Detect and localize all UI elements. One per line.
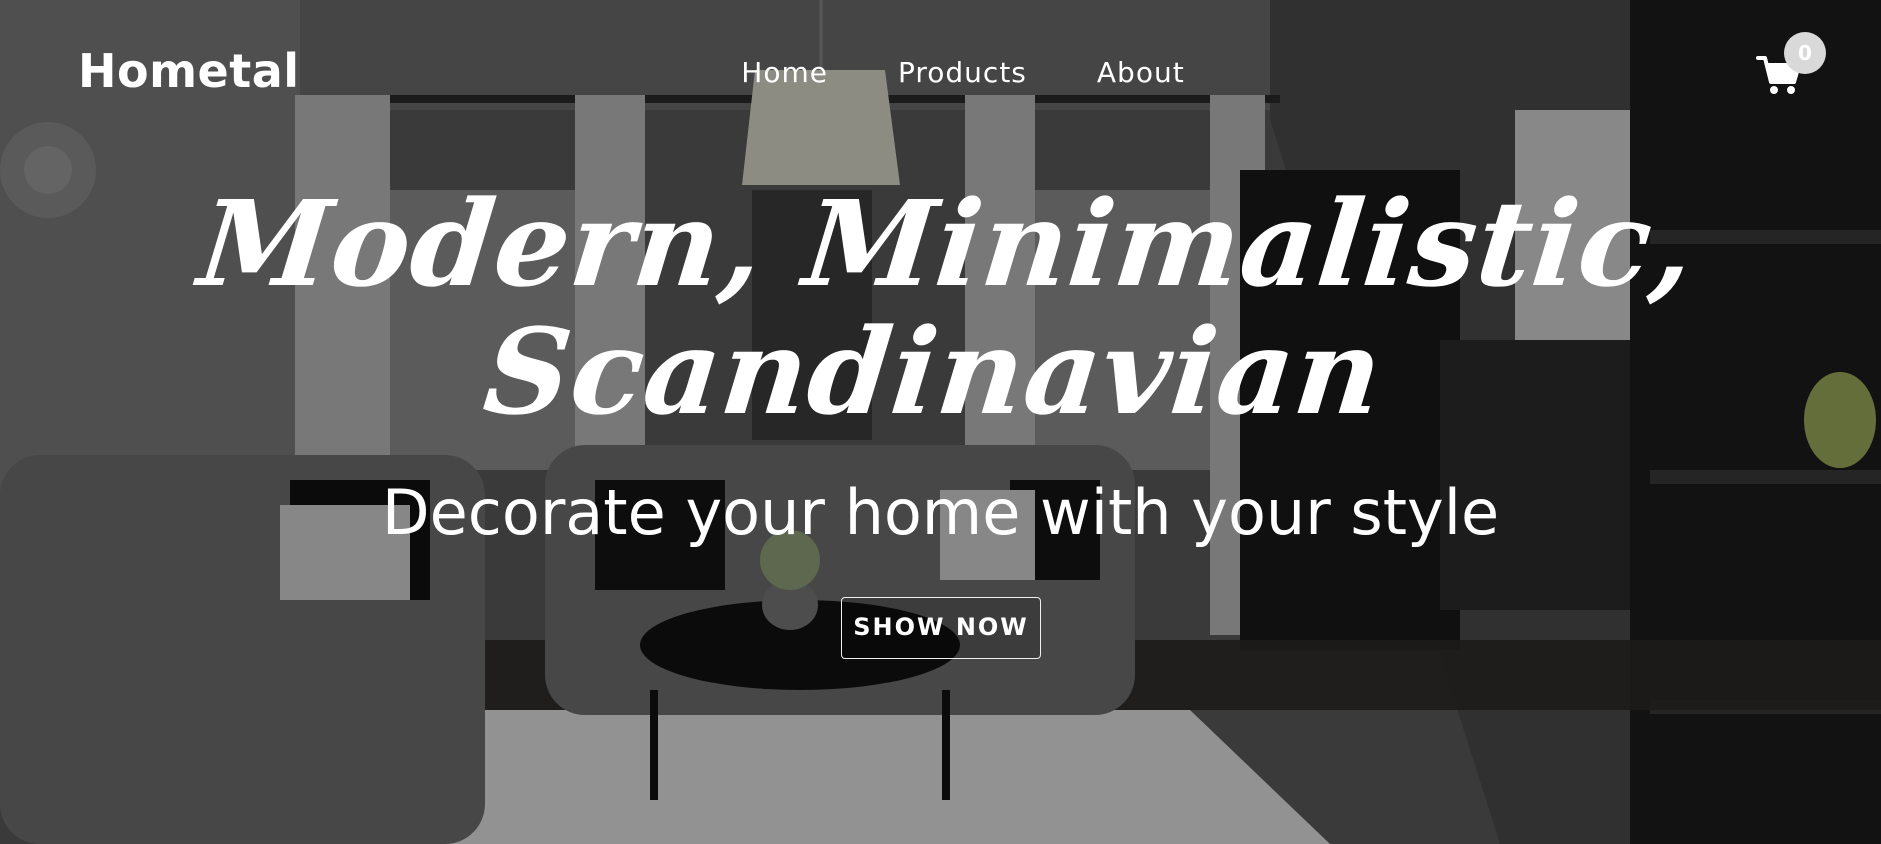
cart-count-badge: 0 (1784, 32, 1826, 74)
hero-headline-line-2: Scandinavian (478, 302, 1390, 441)
nav-link-products[interactable]: Products (898, 56, 1027, 89)
top-navigation-bar: Hometal Home Products About 0 (0, 0, 1881, 140)
hero-subheadline: Decorate your home with your style (381, 476, 1500, 549)
nav-link-about[interactable]: About (1097, 56, 1185, 89)
hero-headline-line-1: Modern, Minimalistic, (193, 174, 1702, 313)
nav-link-home[interactable]: Home (741, 56, 828, 89)
main-nav-links: Home Products About (0, 56, 1881, 89)
hero-section: Hometal Home Products About 0 Modern, Mi… (0, 0, 1881, 844)
hero-headline: Modern, Minimalistic, Scandinavian (0, 174, 1881, 441)
show-now-button[interactable]: SHOW NOW (841, 597, 1041, 659)
